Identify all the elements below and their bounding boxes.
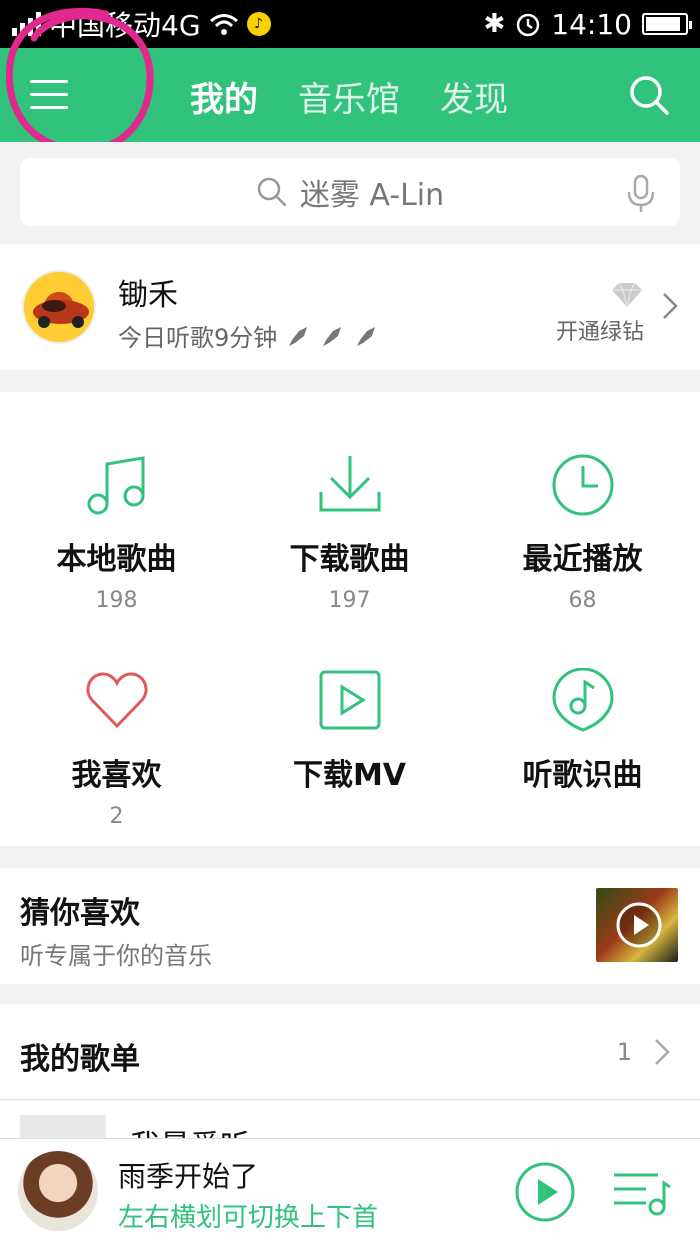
- search-bar-area: 迷雾 A-Lin: [0, 142, 700, 242]
- grid-label: 我喜欢: [71, 758, 162, 793]
- grid-item-downloaded-songs[interactable]: 下载歌曲 197: [233, 452, 466, 613]
- tab-discover[interactable]: 发现: [440, 72, 508, 121]
- playlists-count: 1: [616, 1038, 632, 1066]
- header-tabs: 我的 音乐馆 发现: [190, 72, 508, 121]
- grid-label: 本地歌曲: [56, 542, 177, 577]
- playlist-queue-icon[interactable]: [612, 1167, 672, 1217]
- grid-label: 下载MV: [292, 758, 407, 793]
- play-button[interactable]: [514, 1161, 576, 1223]
- feature-grid: 本地歌曲 198 下载歌曲 197 最近播放 68 我喜欢 2 下载MV 听歌识…: [0, 392, 700, 846]
- battery-icon: [642, 13, 692, 35]
- username: 锄禾: [118, 278, 178, 313]
- menu-icon[interactable]: [30, 78, 68, 112]
- music-note-icon: [87, 456, 144, 515]
- vip-label: 开通绿钻: [555, 320, 644, 345]
- guess-subtitle: 听专属于你的音乐: [20, 942, 212, 970]
- avatar[interactable]: [22, 270, 96, 344]
- wifi-icon: [209, 14, 238, 35]
- listen-time-text: 今日听歌9分钟: [118, 324, 278, 352]
- grid-count: 198: [95, 588, 138, 613]
- car-avatar-icon: [33, 300, 89, 328]
- carrier-label: 中国移动4G: [49, 9, 201, 42]
- listen-time-row: 今日听歌9分钟: [118, 318, 379, 353]
- grid-count: 2: [109, 804, 124, 829]
- qq-music-notify-icon: ♪: [246, 12, 271, 36]
- bluetooth-icon: ✱: [483, 9, 506, 39]
- grid-label: 下载歌曲: [289, 542, 410, 577]
- tab-mine[interactable]: 我的: [190, 72, 258, 121]
- now-playing-title: 雨季开始了: [118, 1160, 259, 1193]
- search-icon[interactable]: [628, 74, 670, 116]
- album-cover[interactable]: [596, 888, 678, 962]
- top-header: 我的 音乐馆 发现: [0, 48, 700, 142]
- chevron-right-icon: [663, 293, 678, 319]
- vip-entry[interactable]: 开通绿钻: [556, 282, 644, 346]
- grid-item-download-mv[interactable]: 下载MV: [233, 668, 466, 804]
- chevron-right-icon: [655, 1039, 670, 1065]
- mini-player[interactable]: 雨季开始了 左右横划可切换上下首: [0, 1138, 700, 1244]
- grid-label: 听歌识曲: [522, 758, 643, 793]
- profile-row[interactable]: 锄禾 今日听歌9分钟 开通绿钻: [0, 244, 700, 370]
- search-placeholder: 迷雾 A-Lin: [299, 178, 445, 213]
- grid-item-local-songs[interactable]: 本地歌曲 198: [0, 452, 233, 613]
- my-playlists-row[interactable]: 我的歌单 1: [0, 1004, 700, 1100]
- playlist-item[interactable]: 我最爱听: [0, 1101, 700, 1141]
- search-field-icon: [257, 177, 287, 207]
- rocket-icon: [289, 326, 308, 346]
- clock-icon: [552, 454, 613, 516]
- signal-icon: [12, 12, 41, 36]
- guess-title: 猜你喜欢: [20, 896, 140, 931]
- grid-item-song-recognition[interactable]: 听歌识曲: [466, 668, 699, 804]
- grid-item-recent-play[interactable]: 最近播放 68: [466, 452, 699, 613]
- rocket-icon: [323, 326, 342, 346]
- heart-icon: [86, 672, 147, 729]
- now-playing-artwork[interactable]: [18, 1151, 98, 1231]
- grid-item-favorites[interactable]: 我喜欢 2: [0, 668, 233, 829]
- play-circle-icon[interactable]: [616, 902, 662, 948]
- song-recognition-icon: [551, 668, 614, 732]
- microphone-icon[interactable]: [626, 174, 656, 214]
- clock-time: 14:10: [551, 7, 632, 41]
- download-icon: [319, 456, 380, 512]
- mv-play-icon: [319, 670, 380, 730]
- grid-count: 197: [328, 588, 371, 613]
- grid-label: 最近播放: [522, 542, 643, 577]
- grid-count: 68: [568, 588, 597, 613]
- status-bar: 中国移动4G ♪ ✱ 14:10: [0, 0, 700, 48]
- green-diamond-icon: [612, 282, 642, 308]
- search-input[interactable]: 迷雾 A-Lin: [20, 158, 680, 226]
- rocket-icon: [357, 326, 376, 346]
- tab-music-hall[interactable]: 音乐馆: [298, 72, 400, 121]
- playlists-title: 我的歌单: [20, 1042, 140, 1077]
- guess-you-like-row[interactable]: 猜你喜欢 听专属于你的音乐: [0, 868, 700, 984]
- now-playing-hint: 左右横划可切换上下首: [118, 1203, 379, 1233]
- alarm-icon: [517, 13, 540, 37]
